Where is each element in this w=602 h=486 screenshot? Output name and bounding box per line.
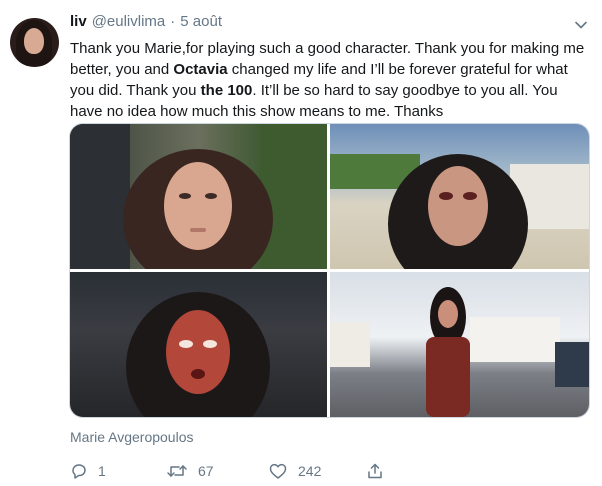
photo-3-icon	[126, 292, 270, 417]
separator-dot: ·	[170, 13, 176, 30]
tweet-text-bold: the 100	[200, 82, 253, 99]
share-button[interactable]	[366, 460, 384, 482]
tweet-date[interactable]: 5 août	[180, 13, 222, 30]
reply-button[interactable]: 1	[70, 460, 106, 482]
tweet-header: liv @eulivlima · 5 août	[70, 13, 222, 35]
photo-2[interactable]	[330, 124, 589, 269]
photo-1-icon	[70, 124, 327, 269]
author-name[interactable]: liv	[70, 13, 87, 30]
photo-4[interactable]	[330, 272, 589, 417]
photo-1[interactable]	[70, 124, 327, 269]
avatar-face	[24, 28, 44, 54]
retweet-icon	[167, 465, 187, 477]
media-grid	[69, 123, 590, 418]
heart-icon	[269, 463, 287, 479]
retweet-count: 67	[198, 463, 214, 479]
like-button[interactable]: 242	[268, 460, 321, 482]
author-handle[interactable]: @eulivlima	[92, 13, 166, 30]
action-bar: 1 67 242	[70, 460, 400, 482]
chevron-down-icon	[575, 21, 587, 29]
retweet-button[interactable]: 67	[166, 460, 214, 482]
avatar[interactable]	[10, 18, 59, 67]
tweet[interactable]: liv @eulivlima · 5 août Thank you Marie,…	[0, 0, 602, 486]
more-options-button[interactable]	[570, 14, 592, 36]
share-icon	[368, 463, 382, 479]
tweet-text: Thank you Marie,for playing such a good …	[70, 38, 590, 122]
reply-icon	[72, 464, 86, 479]
photo-2-icon	[330, 154, 589, 269]
tweet-text-bold: Octavia	[173, 61, 228, 78]
photo-4-icon	[330, 287, 589, 417]
like-count: 242	[298, 463, 322, 479]
media-caption[interactable]: Marie Avgeropoulos	[70, 429, 193, 445]
photo-3[interactable]	[70, 272, 327, 417]
reply-count: 1	[98, 463, 106, 479]
